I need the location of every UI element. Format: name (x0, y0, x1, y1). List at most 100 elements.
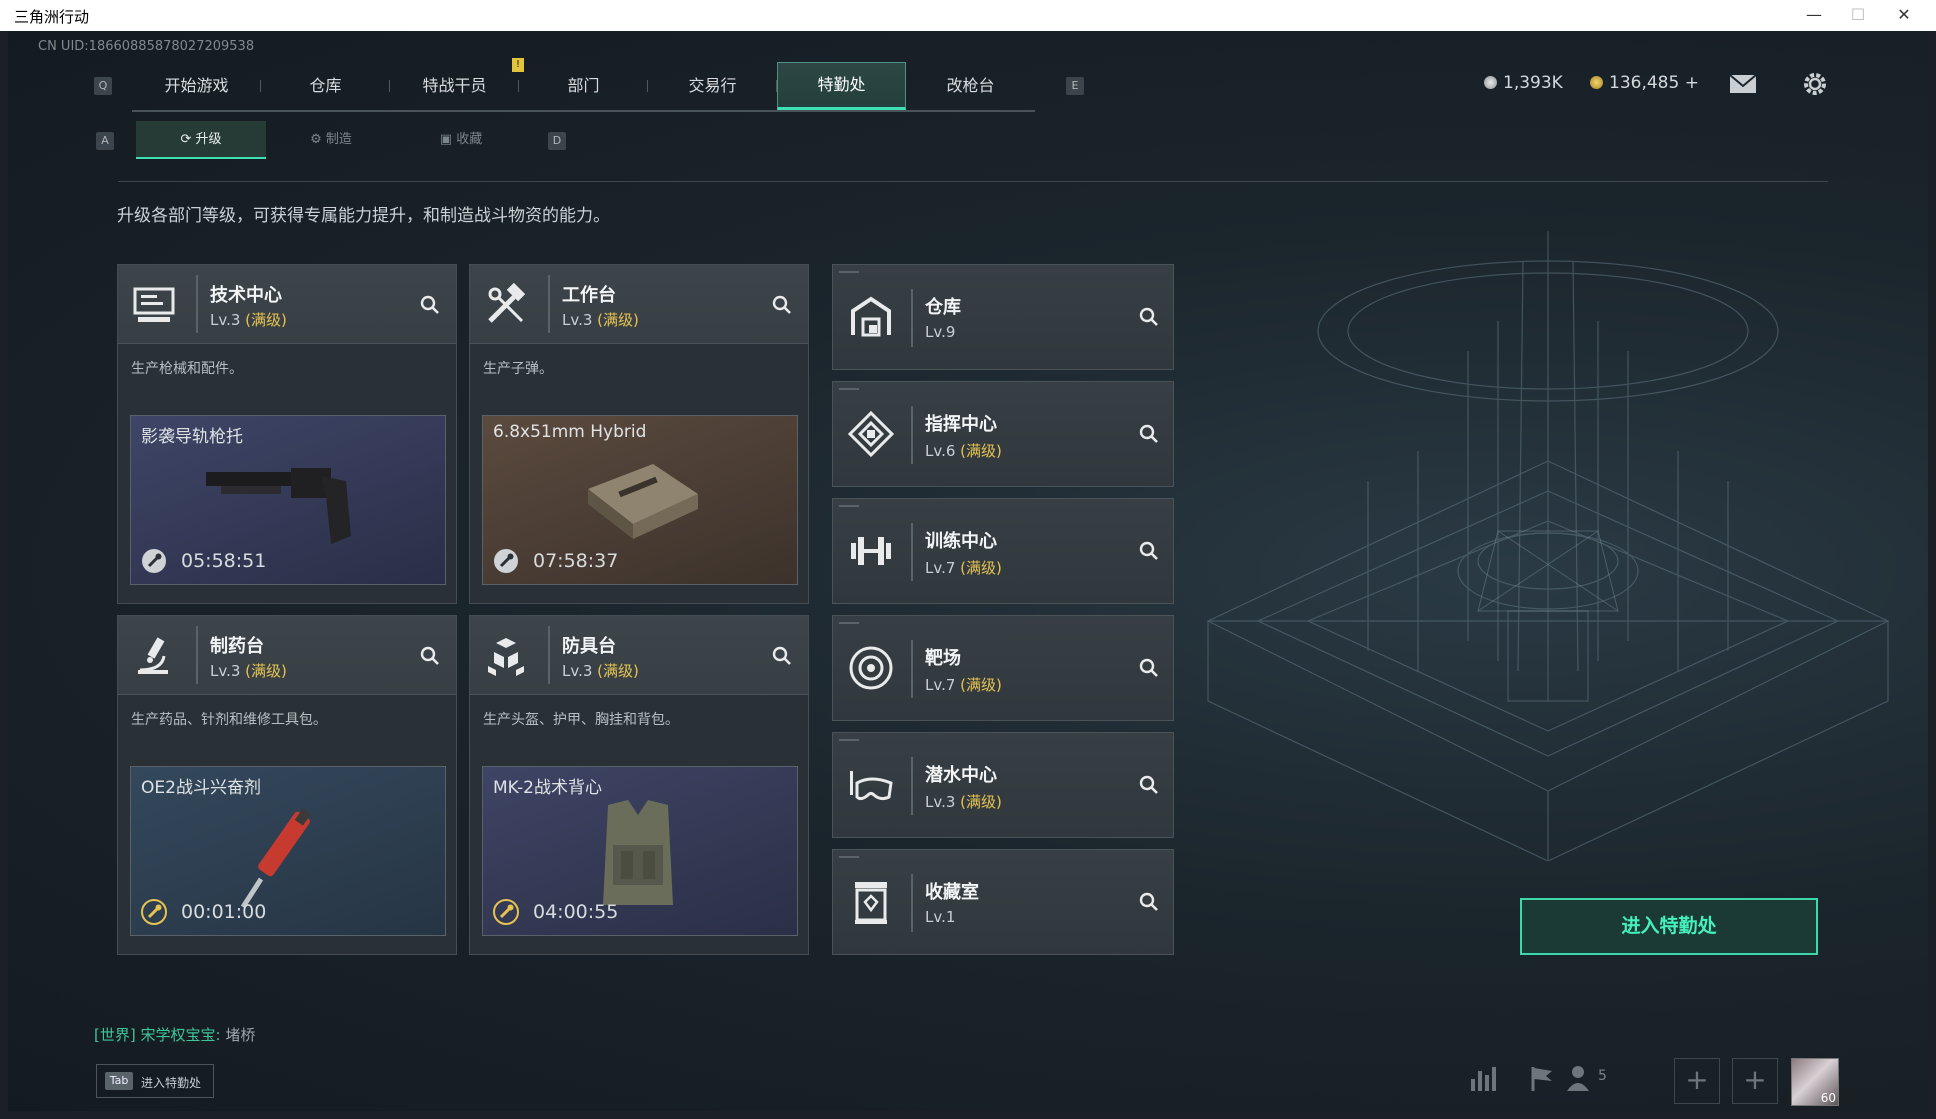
search-icon[interactable] (1139, 892, 1159, 912)
production-slot[interactable]: OE2战斗兴奋剂 00:01:00 (130, 766, 446, 936)
workshop-card-workbench[interactable]: 工作台 Lv.3 (满级) 生产子弹。 6.8x51mm Hybrid 07:5… (469, 264, 809, 604)
level-value: Lv.3 (210, 311, 241, 329)
level-value: Lv.6 (925, 442, 956, 460)
tab-label: 开始游戏 (164, 76, 229, 95)
facility-collection-room[interactable]: 收藏室 Lv.1 (832, 849, 1174, 955)
production-timer: 07:58:37 (533, 550, 619, 572)
workshop-description: 生产药品、针剂和维修工具包。 (131, 712, 327, 728)
production-timer: 00:01:00 (181, 901, 267, 923)
production-slot[interactable]: 影袭导轨枪托 05:58:51 (130, 415, 446, 585)
product-name: MK-2战术背心 (493, 778, 602, 798)
wrench-icon (494, 549, 518, 573)
tab-start-game[interactable]: 开始游戏 (132, 62, 261, 110)
mail-icon[interactable] (1728, 71, 1758, 97)
workshop-description: 生产头盔、护甲、胸挂和背包。 (483, 712, 679, 728)
facility-warehouse[interactable]: 仓库 Lv.9 (832, 264, 1174, 370)
window-titlebar: 三角洲行动 — ☐ ✕ (0, 0, 1936, 31)
base-blueprint-illustration (1206, 231, 1890, 861)
level-value: Lv.1 (925, 908, 956, 926)
close-icon[interactable]: ✕ (1886, 4, 1922, 26)
ammo-box-image (588, 464, 698, 539)
subtab-upgrade[interactable]: ⟳ 升级 (136, 121, 266, 159)
subtab-label: 升级 (195, 132, 222, 147)
add-slot-button[interactable]: + (1732, 1058, 1778, 1104)
level-value: Lv.3 (562, 662, 593, 680)
maximize-icon[interactable]: ☐ (1840, 4, 1876, 26)
workshop-card-pharmacy[interactable]: 制药台 Lv.3 (满级) 生产药品、针剂和维修工具包。 OE2战斗兴奋剂 00… (117, 615, 457, 955)
tab-operators[interactable]: 特战干员 (390, 62, 519, 110)
facility-name: 靶场 (925, 648, 961, 669)
diving-mask-icon (850, 771, 893, 801)
facility-level: Lv.1 (925, 908, 955, 926)
facility-shooting-range[interactable]: 靶场 Lv.7 (满级) (832, 615, 1174, 721)
workshop-card-armor[interactable]: 防具台 Lv.3 (满级) 生产头盔、护甲、胸挂和背包。 MK-2战术背心 04… (469, 615, 809, 955)
microscope-icon (138, 637, 168, 674)
minimize-icon[interactable]: — (1796, 4, 1832, 26)
game-window: CN UID:18660885878027209538 Q 开始游戏 仓库 特战… (8, 31, 1928, 1111)
search-icon[interactable] (1139, 424, 1159, 444)
facility-name: 收藏室 (925, 882, 979, 903)
tab-key-hint: Tab (105, 1072, 133, 1090)
stats-chart-icon[interactable] (1465, 1061, 1499, 1095)
tab-label: 特勤处 (817, 75, 866, 94)
card-header: 制药台 Lv.3 (满级) (118, 616, 456, 695)
tab-department[interactable]: 部门 (519, 62, 648, 110)
level-value: Lv.9 (925, 323, 956, 341)
maxed-tag: (满级) (960, 676, 1002, 694)
production-slot[interactable]: 6.8x51mm Hybrid 07:58:37 (482, 415, 798, 585)
facility-diving-center[interactable]: 潜水中心 Lv.3 (满级) (832, 732, 1174, 838)
search-icon[interactable] (1139, 307, 1159, 327)
facility-level: Lv.9 (925, 323, 955, 341)
silver-currency[interactable]: 1,393K (1484, 73, 1563, 93)
facility-level: Lv.7 (满级) (925, 674, 1002, 695)
gold-currency[interactable]: 136,485 + (1590, 73, 1699, 93)
wrench-icon (142, 549, 166, 573)
wrench-icon (141, 899, 167, 925)
search-icon[interactable] (772, 646, 792, 666)
main-nav: 开始游戏 仓库 特战干员 部门 交易行 特勤处 改枪台 (132, 62, 1035, 112)
chat-channel: [世界] (94, 1026, 136, 1044)
workshop-name: 制药台 (210, 636, 264, 657)
enter-special-ops-button[interactable]: 进入特勤处 (1520, 898, 1818, 955)
friends-icon[interactable] (1564, 1061, 1598, 1095)
subtab-craft[interactable]: ⚙ 制造 (266, 121, 396, 159)
target-icon (849, 646, 893, 690)
search-icon[interactable] (1139, 775, 1159, 795)
production-timer: 04:00:55 (533, 901, 619, 923)
display-case-icon (855, 882, 887, 924)
facility-name: 训练中心 (925, 531, 997, 552)
production-slot[interactable]: MK-2战术背心 04:00:55 (482, 766, 798, 936)
rifle-stock-image (206, 468, 351, 544)
facility-command-center[interactable]: 指挥中心 Lv.6 (满级) (832, 381, 1174, 487)
tab-trading[interactable]: 交易行 (648, 62, 777, 110)
workshop-level: Lv.3 (满级) (562, 309, 639, 330)
friends-count: 5 (1598, 1068, 1607, 1084)
gold-coin-icon (1590, 76, 1603, 89)
dumbbell-icon (851, 537, 891, 565)
tab-gunsmith[interactable]: 改枪台 (906, 62, 1035, 110)
workshop-level: Lv.3 (满级) (210, 660, 287, 681)
player-level: 60 (1820, 1091, 1836, 1105)
workshop-description: 生产枪械和配件。 (131, 361, 243, 377)
add-slot-button[interactable]: + (1674, 1058, 1720, 1104)
world-chat-message[interactable]: [世界] 宋学权宝宝: 堵桥 (94, 1024, 255, 1045)
search-icon[interactable] (1139, 541, 1159, 561)
tab-warehouse[interactable]: 仓库 (261, 62, 390, 110)
search-icon[interactable] (772, 295, 792, 315)
search-icon[interactable] (1139, 658, 1159, 678)
settings-gear-icon[interactable] (1800, 71, 1830, 97)
search-icon[interactable] (420, 295, 440, 315)
facility-level: Lv.7 (满级) (925, 557, 1002, 578)
card-header: 工作台 Lv.3 (满级) (470, 265, 808, 344)
command-emblem-icon (847, 410, 895, 458)
tab-special-ops[interactable]: 特勤处 (777, 62, 906, 110)
subtab-collection[interactable]: ▣ 收藏 (396, 121, 526, 159)
workshop-card-tech-center[interactable]: 技术中心 Lv.3 (满级) 生产枪械和配件。 影袭导轨枪托 05:58:51 (117, 264, 457, 604)
facility-training-center[interactable]: 训练中心 Lv.7 (满级) (832, 498, 1174, 604)
search-icon[interactable] (420, 646, 440, 666)
player-avatar[interactable]: 60 (1791, 1058, 1839, 1106)
card-header: 防具台 Lv.3 (满级) (470, 616, 808, 695)
flag-icon[interactable] (1524, 1061, 1558, 1095)
enter-special-ops-shortcut[interactable]: Tab 进入特勤处 (96, 1064, 214, 1098)
divider (118, 181, 1828, 182)
